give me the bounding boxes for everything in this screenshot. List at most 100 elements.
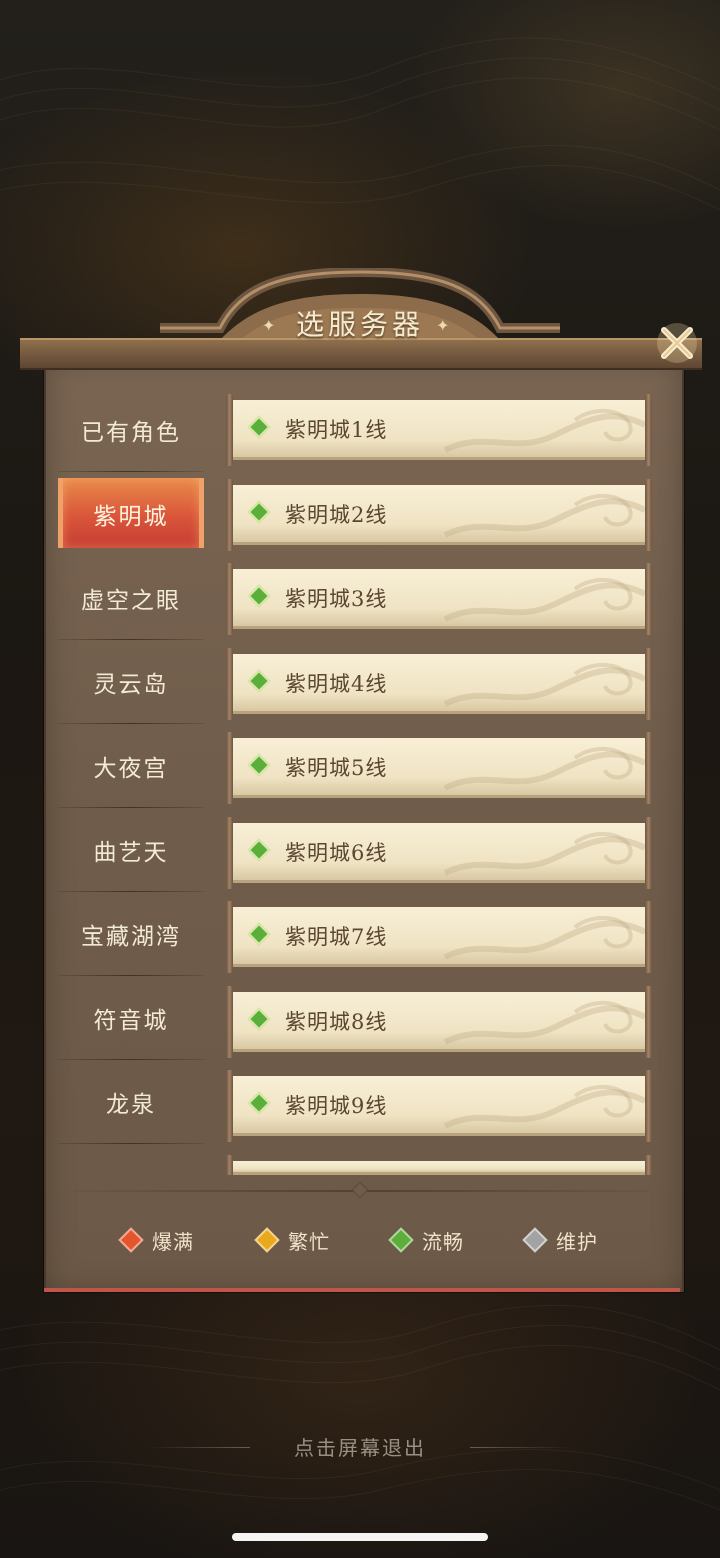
server-item[interactable]: 紫明城1线 — [226, 394, 652, 466]
legend-label: 爆满 — [152, 1229, 194, 1254]
home-indicator[interactable] — [232, 1533, 488, 1541]
region-item-label: 灵云岛 — [93, 672, 169, 698]
scroll-pattern — [443, 915, 645, 960]
diamond-status-icon — [247, 838, 271, 861]
region-list: 已有角色 紫明城 虚空之眼 灵云岛 大夜宫 曲艺天 宝藏湖湾 符音城 龙泉 — [58, 388, 204, 1144]
legend-label: 流畅 — [422, 1229, 464, 1254]
server-item[interactable]: 紫明城4线 — [226, 647, 652, 720]
server-item[interactable]: 紫明城2线 — [226, 478, 652, 551]
diamond-status-icon — [388, 1227, 414, 1253]
scroll-rod — [645, 1070, 652, 1142]
region-item-lingyun-island[interactable]: 灵云岛 — [58, 640, 204, 724]
scroll-rod — [645, 732, 652, 804]
region-item-label: 曲艺天 — [93, 840, 169, 866]
region-item-fuyin-city[interactable]: 符音城 — [58, 976, 204, 1060]
server-card — [233, 1160, 645, 1175]
region-item-label: 符音城 — [93, 1008, 169, 1034]
server-item-partial[interactable] — [226, 1154, 652, 1175]
region-item-quyitian[interactable]: 曲艺天 — [58, 808, 204, 892]
panel-bottom-border — [44, 1288, 680, 1292]
diamond-status-icon — [247, 1091, 271, 1115]
server-name: 紫明城4线 — [285, 671, 388, 696]
scroll-rod — [645, 563, 652, 635]
scroll-rod — [226, 1070, 233, 1142]
region-item-ziming-city[interactable]: 紫明城 — [58, 472, 204, 556]
region-item-label: 已有角色 — [81, 420, 181, 446]
server-card: 紫明城5线 — [233, 738, 645, 798]
exit-hint-line-right — [470, 1447, 570, 1448]
server-item[interactable]: 紫明城3线 — [226, 563, 652, 635]
region-item-label: 大夜宫 — [93, 756, 169, 782]
server-card: 紫明城1线 — [233, 400, 645, 460]
region-item-label: 虚空之眼 — [81, 588, 181, 614]
scroll-pattern — [443, 662, 645, 707]
scroll-pattern — [443, 577, 645, 622]
diamond-status-icon — [247, 922, 271, 946]
legend-label: 繁忙 — [288, 1229, 330, 1254]
server-item[interactable]: 紫明城6线 — [226, 816, 652, 889]
scroll-pattern — [443, 831, 645, 876]
title-ornament-right-icon: ✦ — [436, 316, 450, 335]
scroll-rod — [226, 647, 233, 720]
scroll-rod — [226, 901, 233, 973]
scroll-rod — [645, 901, 652, 973]
server-name: 紫明城8线 — [285, 1009, 388, 1034]
server-name: 紫明城3线 — [285, 587, 388, 611]
server-card: 紫明城9线 — [233, 1076, 645, 1136]
server-name: 紫明城2线 — [285, 502, 388, 527]
scroll-rod — [645, 816, 652, 889]
scroll-pattern — [443, 1000, 645, 1045]
region-item-longquan[interactable]: 龙泉 — [58, 1060, 204, 1144]
server-name: 紫明城1线 — [285, 418, 388, 442]
page-title: 选服务器 — [295, 308, 424, 341]
region-item-dayegong[interactable]: 大夜宫 — [58, 724, 204, 808]
diamond-status-icon — [247, 584, 271, 608]
scroll-rod — [226, 732, 233, 804]
scroll-rod — [645, 478, 652, 551]
close-icon — [657, 323, 697, 363]
region-item-treasure-bay[interactable]: 宝藏湖湾 — [58, 892, 204, 976]
scroll-rod — [645, 647, 652, 720]
legend-label: 维护 — [556, 1229, 598, 1254]
scroll-rod — [226, 985, 233, 1058]
exit-hint[interactable]: 点击屏幕退出 — [160, 1428, 560, 1468]
scroll-pattern — [443, 408, 645, 453]
region-item-label: 龙泉 — [106, 1092, 156, 1118]
scroll-rod — [226, 816, 233, 889]
server-name: 紫明城9线 — [285, 1094, 388, 1118]
diamond-status-icon — [247, 669, 271, 692]
region-item-label: 宝藏湖湾 — [81, 924, 181, 950]
scroll-pattern — [443, 493, 645, 538]
legend-item-smooth: 流畅 — [388, 1222, 464, 1258]
scroll-rod — [645, 985, 652, 1058]
region-item-existing-characters[interactable]: 已有角色 — [58, 388, 204, 472]
legend-item-full: 爆满 — [118, 1222, 194, 1258]
diamond-status-icon — [254, 1227, 280, 1253]
legend-item-busy: 繁忙 — [254, 1222, 330, 1258]
diamond-status-icon — [522, 1227, 548, 1253]
diamond-status-icon — [247, 415, 271, 439]
server-card: 紫明城4线 — [233, 653, 645, 714]
scroll-rod — [645, 394, 652, 466]
server-card: 紫明城6线 — [233, 822, 645, 883]
diamond-status-icon — [118, 1227, 144, 1253]
legend-item-maintenance: 维护 — [522, 1222, 598, 1258]
close-button[interactable] — [652, 318, 702, 368]
scroll-pattern — [443, 1084, 645, 1129]
server-item[interactable]: 紫明城8线 — [226, 985, 652, 1058]
scroll-rod — [226, 1154, 233, 1175]
scroll-rod — [226, 478, 233, 551]
server-item[interactable]: 紫明城9线 — [226, 1070, 652, 1142]
scroll-pattern — [443, 746, 645, 791]
region-item-void-eye[interactable]: 虚空之眼 — [58, 556, 204, 640]
diamond-status-icon — [247, 500, 271, 523]
server-card: 紫明城3线 — [233, 569, 645, 629]
server-list[interactable]: 紫明城1线紫明城2线紫明城3线紫明城4线紫明城5线紫明城6线紫明城7线紫明城8线… — [226, 394, 652, 1178]
server-item[interactable]: 紫明城7线 — [226, 901, 652, 973]
server-name: 紫明城7线 — [285, 925, 388, 949]
server-item[interactable]: 紫明城5线 — [226, 732, 652, 804]
scroll-rod — [226, 394, 233, 466]
server-name: 紫明城6线 — [285, 840, 388, 865]
server-card: 紫明城2线 — [233, 484, 645, 545]
diamond-status-icon — [247, 753, 271, 777]
